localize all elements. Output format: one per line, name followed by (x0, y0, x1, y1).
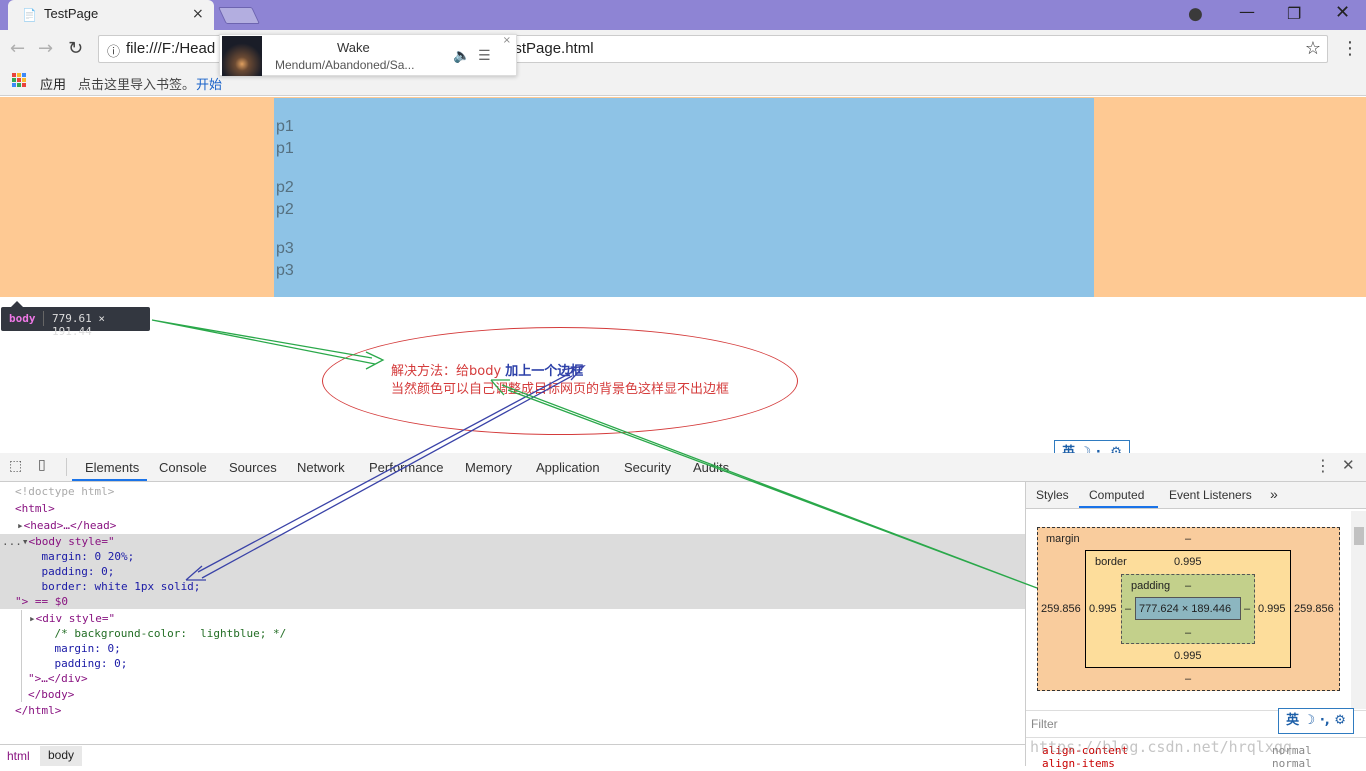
blue-arrow-code (197, 370, 575, 579)
annotation-arrows (151, 319, 1038, 589)
green-arrow-tooltip (151, 319, 376, 365)
green-arrowhead-tooltip (365, 351, 385, 370)
blue-arrowhead-note (561, 365, 586, 381)
green-arrow-sidebar (501, 384, 1038, 589)
